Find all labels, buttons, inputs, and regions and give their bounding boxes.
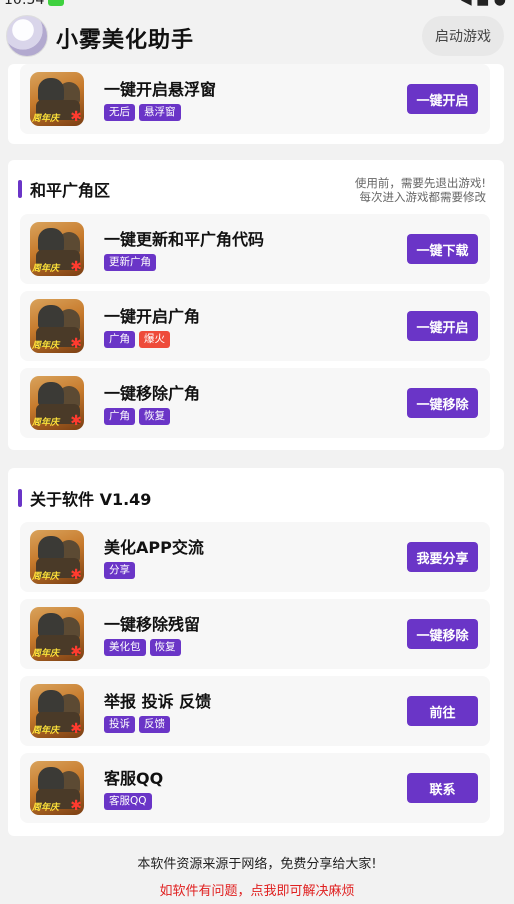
game-icon: 周年庆 ✱ <box>30 299 84 353</box>
item-title: 一键移除残留 <box>104 615 201 634</box>
list-item: 周年庆 ✱ 一键开启悬浮窗 无后 悬浮窗 一键开启 <box>20 64 490 134</box>
status-time: 10:54 <box>4 0 45 8</box>
item-title: 一键更新和平广角代码 <box>104 230 265 249</box>
feedback-go-button[interactable]: 前往 <box>407 696 478 726</box>
tag-group: 广角 恢复 <box>104 408 170 425</box>
tag: 无后 <box>104 104 135 121</box>
section-about: 关于软件 V1.49 周年庆 ✱ 美化APP交流 分享 我要分享 周年庆 ✱ 一键移… <box>8 468 504 836</box>
app-header: 小雾美化助手 启动游戏 <box>0 8 514 64</box>
game-icon: 周年庆 ✱ <box>30 222 84 276</box>
game-icon: 周年庆 ✱ <box>30 376 84 430</box>
enable-wide-angle-button[interactable]: 一键开启 <box>407 311 478 341</box>
tag-group: 投诉 反馈 <box>104 716 170 733</box>
section-bar <box>18 489 22 507</box>
battery-icon <box>48 0 64 6</box>
item-title: 一键开启广角 <box>104 307 201 326</box>
tag-group: 客服QQ <box>104 793 152 810</box>
tag-group: 无后 悬浮窗 <box>104 104 181 121</box>
start-game-button[interactable]: 启动游戏 <box>422 16 504 56</box>
tag-group: 美化包 恢复 <box>104 639 181 656</box>
avatar[interactable] <box>6 15 48 57</box>
note-line: 使用前，需要先退出游戏! <box>354 176 486 190</box>
footer-note: 本软件资源来源于网络，免费分享给大家! <box>137 857 377 872</box>
tag: 悬浮窗 <box>139 104 181 121</box>
section-header: 关于软件 V1.49 <box>18 487 151 509</box>
status-bar: 10:54 ◀ ■ ● <box>0 0 514 8</box>
item-title: 一键移除广角 <box>104 384 201 403</box>
status-icons: ◀ ■ ● <box>460 0 506 8</box>
tag-group: 分享 <box>104 562 135 579</box>
remove-wide-angle-button[interactable]: 一键移除 <box>407 388 478 418</box>
list-item: 周年庆 ✱ 一键移除残留 美化包 恢复 一键移除 <box>20 599 490 669</box>
tag: 更新广角 <box>104 254 156 271</box>
tag: 反馈 <box>139 716 170 733</box>
tag: 广角 <box>104 408 135 425</box>
section-wide-angle: 和平广角区 使用前，需要先退出游戏! 每次进入游戏都需要修改 周年庆 ✱ 一键更新… <box>8 160 504 450</box>
item-title: 美化APP交流 <box>104 538 204 557</box>
open-floating-window-button[interactable]: 一键开启 <box>407 84 478 114</box>
tag: 投诉 <box>104 716 135 733</box>
section-title: 关于软件 V1.49 <box>30 490 152 509</box>
download-button[interactable]: 一键下载 <box>407 234 478 264</box>
item-title: 举报 投诉 反馈 <box>104 692 212 711</box>
game-icon: 周年庆 ✱ <box>30 684 84 738</box>
tag-group: 更新广角 <box>104 254 156 271</box>
tag-group: 广角 爆火 <box>104 331 170 348</box>
list-item: 周年庆 ✱ 一键开启广角 广角 爆火 一键开启 <box>20 291 490 361</box>
item-title: 一键开启悬浮窗 <box>104 80 217 99</box>
tag: 分享 <box>104 562 135 579</box>
footer-help-link[interactable]: 如软件有问题，点我即可解决麻烦 <box>0 880 514 899</box>
share-button[interactable]: 我要分享 <box>407 542 478 572</box>
list-item: 周年庆 ✱ 客服QQ 客服QQ 联系 <box>20 753 490 823</box>
game-icon: 周年庆 ✱ <box>30 530 84 584</box>
remove-residue-button[interactable]: 一键移除 <box>407 619 478 649</box>
item-title: 客服QQ <box>104 769 164 788</box>
tag: 恢复 <box>149 639 181 656</box>
list-item: 周年庆 ✱ 举报 投诉 反馈 投诉 反馈 前往 <box>20 676 490 746</box>
contact-button[interactable]: 联系 <box>407 773 478 803</box>
tag: 广角 <box>104 331 135 348</box>
section-header: 和平广角区 <box>18 178 110 200</box>
tag: 客服QQ <box>104 793 152 810</box>
section-bar <box>18 180 22 198</box>
list-item: 周年庆 ✱ 一键移除广角 广角 恢复 一键移除 <box>20 368 490 438</box>
tag: 恢复 <box>139 408 170 425</box>
section-floating-window: 周年庆 ✱ 一键开启悬浮窗 无后 悬浮窗 一键开启 <box>8 64 504 144</box>
section-note: 使用前，需要先退出游戏! 每次进入游戏都需要修改 <box>355 176 486 204</box>
section-title: 和平广角区 <box>30 181 111 200</box>
tag: 美化包 <box>104 639 146 656</box>
note-line: 每次进入游戏都需要修改 <box>359 190 487 204</box>
app-title: 小雾美化助手 <box>56 28 195 53</box>
list-item: 周年庆 ✱ 一键更新和平广角代码 更新广角 一键下载 <box>20 214 490 284</box>
list-item: 周年庆 ✱ 美化APP交流 分享 我要分享 <box>20 522 490 592</box>
game-icon: 周年庆 ✱ <box>30 72 84 126</box>
game-icon: 周年庆 ✱ <box>30 761 84 815</box>
tag-hot: 爆火 <box>139 331 170 348</box>
game-icon: 周年庆 ✱ <box>30 607 84 661</box>
